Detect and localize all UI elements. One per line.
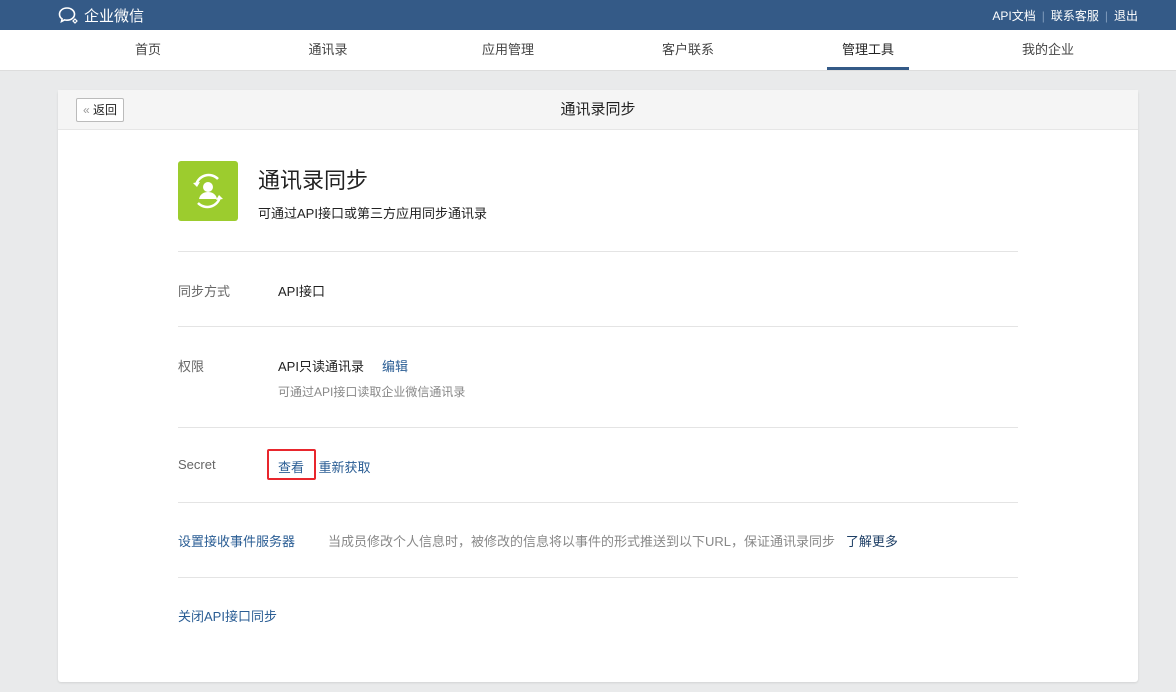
content-card: « 返回 通讯录同步 通讯录同步 可通过API接口或第三方应用同步通讯录 同步方… [58,90,1138,682]
nav-apps[interactable]: 应用管理 [467,30,549,70]
nav-home[interactable]: 首页 [120,30,176,70]
divider [178,577,1018,578]
permission-value: API只读通讯录 [278,359,364,374]
learn-more-link[interactable]: 了解更多 [846,534,898,549]
logout-link[interactable]: 退出 [1114,7,1138,24]
nav-customers[interactable]: 客户联系 [647,30,729,70]
secret-label: Secret [178,457,216,472]
app-title: 通讯录同步 [258,168,369,193]
nav-contacts[interactable]: 通讯录 [293,30,362,70]
logo-text: 企业微信 [84,8,145,25]
back-label: 返回 [93,103,118,117]
top-bar: 企业微信 API文档 | 联系客服 | 退出 [0,0,1176,30]
permission-label: 权限 [178,359,205,374]
sync-method-value: API接口 [278,284,325,299]
app-description: 可通过API接口或第三方应用同步通讯录 [258,206,487,221]
edit-permission-link[interactable]: 编辑 [382,359,408,374]
divider: | [1041,8,1045,23]
divider [178,251,1018,252]
disable-api-sync-link[interactable]: 关闭API接口同步 [178,606,277,625]
contact-sync-icon [178,161,238,221]
sync-method-label: 同步方式 [178,284,231,299]
nav-tools[interactable]: 管理工具 [826,30,910,70]
divider [178,502,1018,503]
nav-my-company[interactable]: 我的企业 [1007,30,1089,70]
event-server-link[interactable]: 设置接收事件服务器 [178,531,295,550]
logo[interactable]: 企业微信 [58,5,144,26]
divider [178,427,1018,428]
event-description: 当成员修改个人信息时，被修改的信息将以事件的形式推送到以下URL，保证通讯录同步 [328,534,836,549]
double-chevron-left-icon: « [83,103,90,117]
contact-support-link[interactable]: 联系客服 [1051,7,1099,24]
divider [178,326,1018,327]
api-docs-link[interactable]: API文档 [992,7,1035,24]
back-button[interactable]: « 返回 [76,98,125,122]
chat-bubble-icon [58,6,78,24]
view-secret-link[interactable]: 查看 [278,460,304,475]
regenerate-secret-link[interactable]: 重新获取 [318,460,370,475]
main-nav: 首页 通讯录 应用管理 客户联系 管理工具 我的企业 [0,30,1176,71]
divider: | [1104,8,1108,23]
permission-description: 可通过API接口读取企业微信通讯录 [278,385,466,399]
page-title: 通讯录同步 [560,101,636,118]
